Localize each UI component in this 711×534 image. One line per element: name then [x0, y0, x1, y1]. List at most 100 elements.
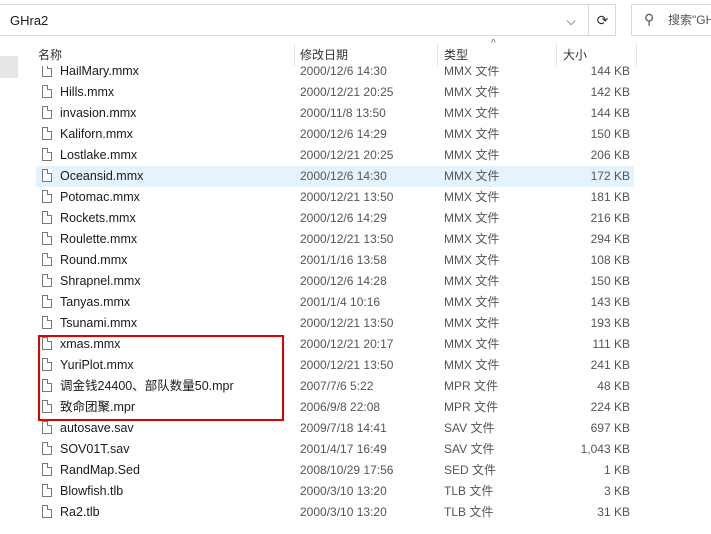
file-icon	[42, 190, 52, 203]
column-header-size[interactable]: 大小	[557, 44, 636, 66]
file-size: 150 KB	[590, 274, 630, 288]
file-date: 2001/1/16 13:58	[300, 253, 387, 267]
column-header-type[interactable]: 类型	[438, 44, 556, 66]
file-row[interactable]: Round.mmx 2001/1/16 13:58 MMX 文件 108 KB	[36, 250, 634, 271]
file-date: 2000/12/21 13:50	[300, 316, 394, 330]
file-row[interactable]: 调金钱24400、部队数量50.mpr 2007/7/6 5:22 MPR 文件 48…	[36, 376, 634, 397]
file-row[interactable]: Tanyas.mmx 2001/1/4 10:16 MMX 文件 143 KB	[36, 292, 634, 313]
file-row[interactable]: invasion.mmx 2000/11/8 13:50 MMX 文件 144 KB	[36, 103, 634, 124]
file-date: 2000/12/6 14:29	[300, 127, 387, 141]
file-row[interactable]: Roulette.mmx 2000/12/21 13:50 MMX 文件 294 KB	[36, 229, 634, 250]
file-icon	[42, 106, 52, 119]
file-row[interactable]: Ra2.tlb 2000/3/10 13:20 TLB 文件 31 KB	[36, 502, 634, 523]
file-name: Blowfish.tlb	[60, 484, 124, 498]
file-size: 31 KB	[597, 505, 630, 519]
file-date: 2000/12/6 14:30	[300, 169, 387, 183]
file-name: 调金钱24400、部队数量50.mpr	[60, 379, 234, 393]
file-size: 48 KB	[597, 379, 630, 393]
file-icon	[42, 400, 52, 413]
search-icon: ⚲	[644, 11, 655, 27]
file-icon	[42, 358, 52, 371]
file-date: 2001/4/17 16:49	[300, 442, 387, 456]
file-type: TLB 文件	[444, 505, 494, 519]
column-divider[interactable]	[636, 44, 637, 66]
file-icon	[42, 274, 52, 287]
file-date: 2007/7/6 5:22	[300, 379, 374, 393]
file-type: MPR 文件	[444, 379, 499, 393]
file-name: Round.mmx	[60, 253, 128, 267]
file-row[interactable]: YuriPlot.mmx 2000/12/21 13:50 MMX 文件 241 KB	[36, 355, 634, 376]
refresh-icon[interactable]: ⟳	[588, 5, 616, 35]
file-row[interactable]: Hills.mmx 2000/12/21 20:25 MMX 文件 142 KB	[36, 82, 634, 103]
file-row[interactable]: xmas.mmx 2000/12/21 20:17 MMX 文件 111 KB	[36, 334, 634, 355]
file-name: Kaliforn.mmx	[60, 127, 133, 141]
file-icon	[42, 211, 52, 224]
file-name: SOV01T.sav	[60, 442, 130, 456]
file-row[interactable]: Shrapnel.mmx 2000/12/6 14:28 MMX 文件 150 KB	[36, 271, 634, 292]
column-header-name[interactable]: 名称	[32, 44, 294, 66]
file-size: 144 KB	[590, 106, 630, 120]
file-size: 108 KB	[590, 253, 630, 267]
file-name: invasion.mmx	[60, 106, 137, 120]
file-name: Lostlake.mmx	[60, 148, 138, 162]
file-type: SAV 文件	[444, 421, 495, 435]
file-row[interactable]: Potomac.mmx 2000/12/21 13:50 MMX 文件 181 KB	[36, 187, 634, 208]
file-row[interactable]: Blowfish.tlb 2000/3/10 13:20 TLB 文件 3 KB	[36, 481, 634, 502]
file-name: Tanyas.mmx	[60, 295, 131, 309]
file-type: MMX 文件	[444, 190, 500, 204]
file-name: HailMary.mmx	[60, 66, 139, 78]
file-name: 致命团聚.mpr	[60, 400, 136, 414]
file-row[interactable]: Rockets.mmx 2000/12/6 14:29 MMX 文件 216 KB	[36, 208, 634, 229]
search-box[interactable]: ⚲	[631, 4, 711, 36]
file-date: 2000/3/10 13:20	[300, 505, 387, 519]
file-type: MMX 文件	[444, 232, 500, 246]
file-icon	[42, 463, 52, 476]
file-size: 241 KB	[590, 358, 630, 372]
file-size: 216 KB	[590, 211, 630, 225]
address-bar[interactable]: GHra2 ⌵ ⟳	[0, 4, 616, 36]
file-row[interactable]: HailMary.mmx 2000/12/6 14:30 MMX 文件 144 KB	[36, 66, 634, 82]
file-row[interactable]: Kaliforn.mmx 2000/12/6 14:29 MMX 文件 150 KB	[36, 124, 634, 145]
file-size: 224 KB	[590, 400, 630, 414]
file-date: 2000/12/21 20:17	[300, 337, 394, 351]
file-type: MMX 文件	[444, 211, 500, 225]
file-size: 143 KB	[590, 295, 630, 309]
file-icon	[42, 295, 52, 308]
file-icon	[42, 253, 52, 266]
file-row[interactable]: SOV01T.sav 2001/4/17 16:49 SAV 文件 1,043 KB	[36, 439, 634, 460]
file-row[interactable]: Lostlake.mmx 2000/12/21 20:25 MMX 文件 206 KB	[36, 145, 634, 166]
file-name: RandMap.Sed	[60, 463, 140, 477]
file-date: 2000/12/6 14:28	[300, 274, 387, 288]
file-row[interactable]: Oceansid.mmx 2000/12/6 14:30 MMX 文件 172 KB	[36, 166, 634, 187]
file-type: MMX 文件	[444, 274, 500, 288]
file-type: MMX 文件	[444, 127, 500, 141]
file-date: 2000/12/21 20:25	[300, 148, 394, 162]
file-size: 3 KB	[603, 484, 630, 498]
file-row[interactable]: autosave.sav 2009/7/18 14:41 SAV 文件 697 KB	[36, 418, 634, 439]
file-date: 2000/12/6 14:29	[300, 211, 387, 225]
file-row[interactable]: 致命团聚.mpr 2006/9/8 22:08 MPR 文件 224 KB	[36, 397, 634, 418]
file-row[interactable]: Tsunami.mmx 2000/12/21 13:50 MMX 文件 193 KB	[36, 313, 634, 334]
file-type: MMX 文件	[444, 66, 500, 78]
file-name: Roulette.mmx	[60, 232, 138, 246]
chevron-down-icon[interactable]: ⌵	[561, 12, 581, 30]
file-icon	[42, 316, 52, 329]
file-name: Oceansid.mmx	[60, 169, 144, 183]
file-row[interactable]: RandMap.Sed 2008/10/29 17:56 SED 文件 1 KB	[36, 460, 634, 481]
file-type: MMX 文件	[444, 169, 500, 183]
file-name: Potomac.mmx	[60, 190, 140, 204]
file-size: 294 KB	[590, 232, 630, 246]
file-icon	[42, 85, 52, 98]
address-path[interactable]: GHra2	[10, 13, 48, 28]
file-icon	[42, 505, 52, 518]
file-date: 2000/3/10 13:20	[300, 484, 387, 498]
column-header: 名称 修改日期 类型 大小	[32, 44, 637, 66]
file-icon	[42, 66, 52, 77]
file-date: 2000/12/6 14:30	[300, 66, 387, 78]
search-input[interactable]	[668, 11, 711, 29]
file-type: SED 文件	[444, 463, 497, 477]
file-size: 181 KB	[590, 190, 630, 204]
column-header-date[interactable]: 修改日期	[294, 44, 437, 66]
file-date: 2000/12/21 20:25	[300, 85, 394, 99]
file-type: MMX 文件	[444, 106, 500, 120]
